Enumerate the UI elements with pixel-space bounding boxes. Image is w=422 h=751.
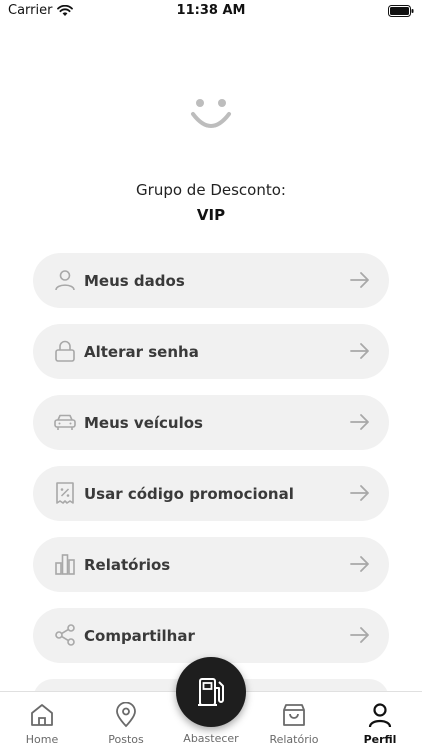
menu-item-label: Alterar senha [84, 342, 199, 361]
menu-item-label: Usar código promocional [84, 484, 294, 503]
car-icon [54, 414, 76, 430]
home-icon [31, 704, 53, 726]
arrow-right-icon [350, 556, 369, 572]
tab-home[interactable]: Home [0, 692, 84, 751]
tab-label: Perfil [363, 733, 397, 746]
menu-item-label: Relatórios [84, 555, 171, 574]
status-time: 11:38 AM [176, 3, 246, 18]
map-pin-icon [116, 702, 136, 728]
user-icon [368, 703, 392, 728]
arrow-right-icon [350, 414, 369, 430]
menu-item-relatorios[interactable]: Relatórios [33, 537, 389, 592]
shopping-bag-icon [283, 704, 305, 726]
abastecer-button[interactable] [176, 657, 246, 727]
menu-item-compartilhar[interactable]: Compartilhar [33, 608, 389, 663]
smiley-face-icon [191, 99, 231, 128]
tab-label: Relatório [269, 733, 319, 746]
arrow-right-icon [350, 343, 369, 359]
share-icon [55, 624, 75, 646]
menu-item-codigo-promocional[interactable]: Usar código promocional [33, 466, 389, 521]
menu-item-meus-veiculos[interactable]: Meus veículos [33, 395, 389, 450]
arrow-right-icon [350, 485, 369, 501]
tab-abastecer-label: Abastecer [183, 732, 239, 745]
menu-item-meus-dados[interactable]: Meus dados [33, 253, 389, 308]
menu-item-alterar-senha[interactable]: Alterar senha [33, 324, 389, 379]
tab-postos[interactable]: Postos [84, 692, 168, 751]
fuel-pump-icon [198, 678, 224, 706]
user-icon [55, 270, 75, 291]
menu-item-label: Meus dados [84, 271, 185, 290]
tab-perfil[interactable]: Perfil [338, 692, 422, 751]
arrow-right-icon [350, 627, 369, 643]
arrow-right-icon [350, 272, 369, 288]
lock-icon [55, 340, 75, 362]
status-bar: Carrier 11:38 AM [0, 0, 422, 24]
menu-item-label: Compartilhar [84, 626, 195, 645]
tab-label: Postos [108, 733, 144, 746]
tab-relatorio[interactable]: Relatório [252, 692, 336, 751]
discount-group-label: Grupo de Desconto: [136, 181, 286, 199]
bar-chart-icon [55, 554, 75, 575]
tab-label: Home [25, 733, 59, 746]
percent-tag-icon [56, 482, 74, 504]
discount-group-value: VIP [196, 206, 226, 224]
menu-item-label: Meus veículos [84, 413, 203, 432]
battery-icon [388, 5, 414, 17]
